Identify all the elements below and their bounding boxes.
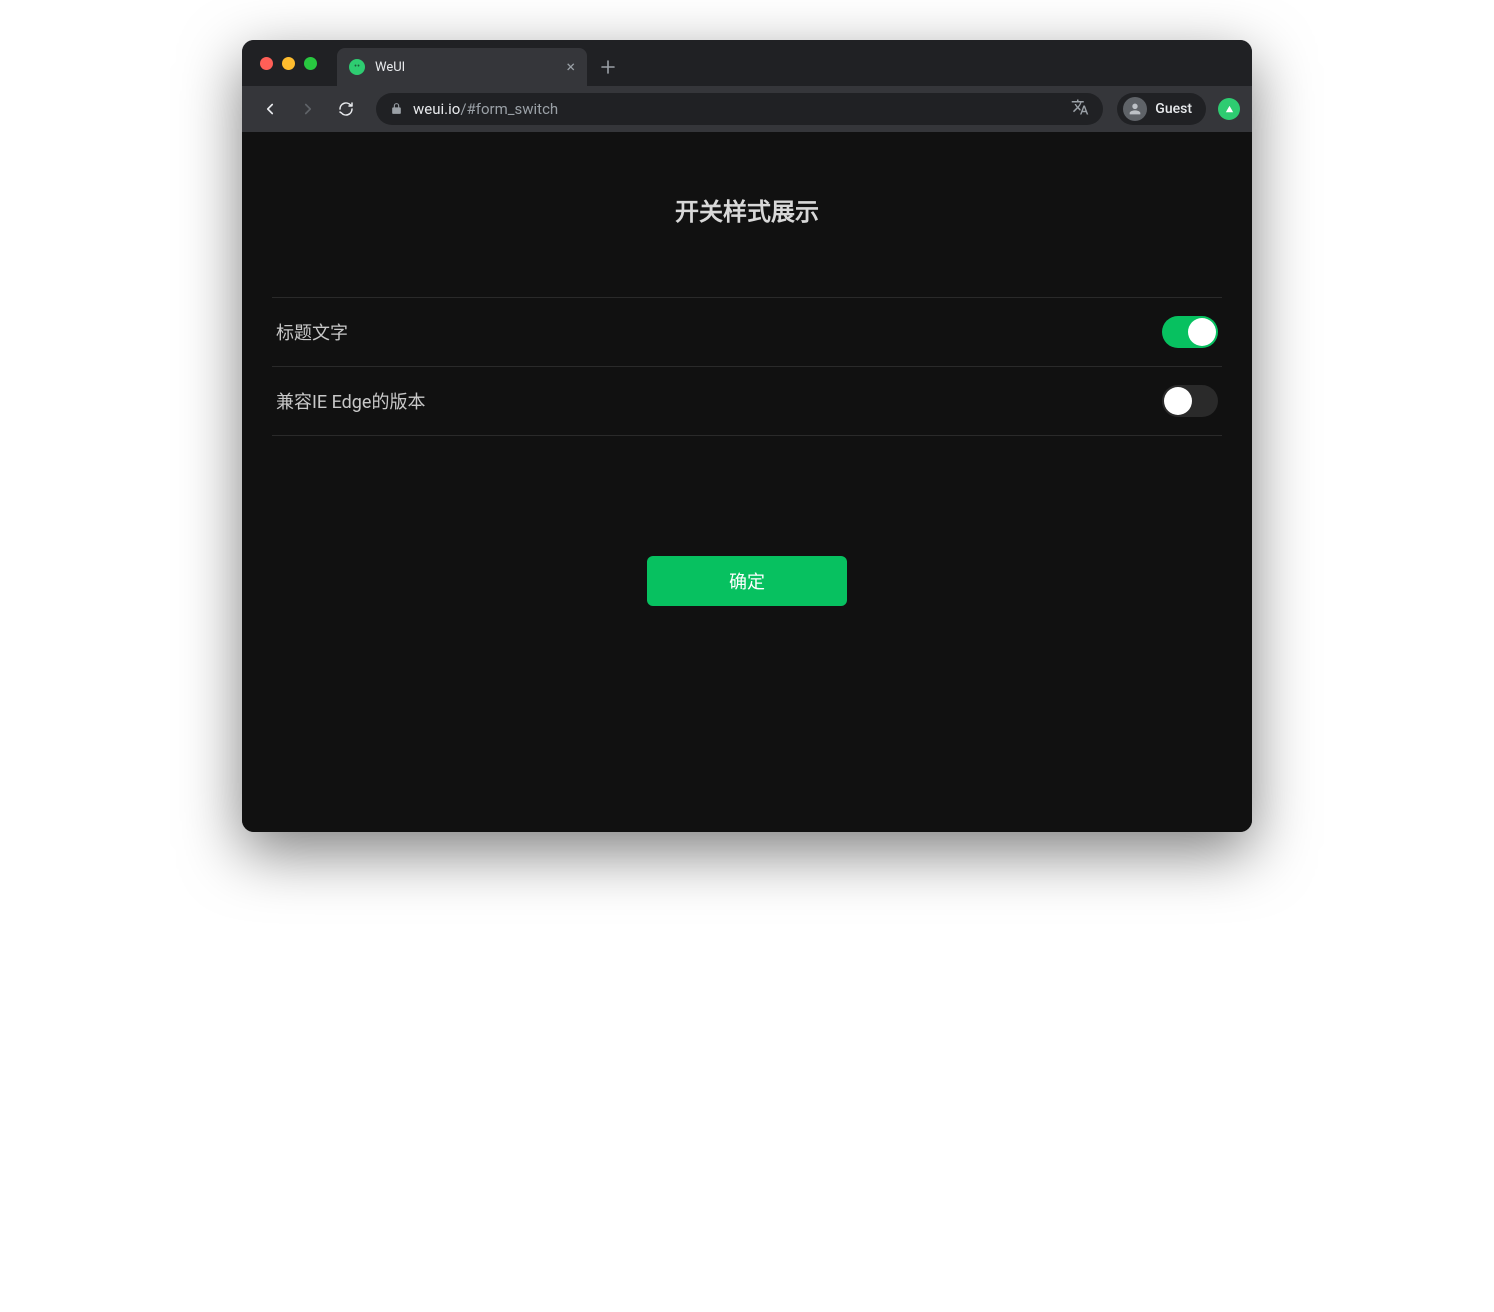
switch-knob xyxy=(1164,387,1192,415)
url-path: /#form_switch xyxy=(460,100,558,118)
switch-label: 兼容IE Edge的版本 xyxy=(276,388,425,414)
lock-icon xyxy=(390,100,403,119)
profile-label: Guest xyxy=(1155,101,1192,117)
person-icon xyxy=(1123,97,1147,121)
traffic-lights xyxy=(260,57,317,70)
switch-toggle[interactable] xyxy=(1162,385,1218,417)
browser-window: •• WeUI × weui.io/#form_switch xyxy=(242,40,1252,832)
switch-label: 标题文字 xyxy=(276,319,348,345)
window-close-button[interactable] xyxy=(260,57,273,70)
tab-strip: •• WeUI × xyxy=(337,40,615,86)
switch-cell: 标题文字 xyxy=(272,298,1222,367)
switch-toggle[interactable] xyxy=(1162,316,1218,348)
switch-list: 标题文字 兼容IE Edge的版本 xyxy=(272,297,1222,436)
switch-knob xyxy=(1188,318,1216,346)
page-content: 开关样式展示 标题文字 兼容IE Edge的版本 确定 xyxy=(242,132,1252,832)
wechat-icon: •• xyxy=(349,59,365,75)
reload-button[interactable] xyxy=(330,93,362,125)
window-titlebar: •• WeUI × xyxy=(242,40,1252,86)
button-area: 确定 xyxy=(272,556,1222,606)
switch-cell: 兼容IE Edge的版本 xyxy=(272,367,1222,436)
window-minimize-button[interactable] xyxy=(282,57,295,70)
address-bar[interactable]: weui.io/#form_switch xyxy=(376,93,1103,125)
profile-button[interactable]: Guest xyxy=(1117,93,1206,125)
back-button[interactable] xyxy=(254,93,286,125)
url-domain: weui.io xyxy=(413,100,460,118)
close-icon[interactable]: × xyxy=(566,59,575,75)
browser-tab-active[interactable]: •• WeUI × xyxy=(337,48,587,86)
translate-icon[interactable] xyxy=(1071,98,1089,120)
page-title: 开关样式展示 xyxy=(272,192,1222,227)
new-tab-button[interactable] xyxy=(601,48,615,86)
tab-title: WeUI xyxy=(375,60,556,75)
forward-button[interactable] xyxy=(292,93,324,125)
url-text: weui.io/#form_switch xyxy=(413,100,1061,118)
extension-icon[interactable] xyxy=(1218,98,1240,120)
window-maximize-button[interactable] xyxy=(304,57,317,70)
submit-button[interactable]: 确定 xyxy=(647,556,847,606)
browser-toolbar: weui.io/#form_switch Guest xyxy=(242,86,1252,132)
